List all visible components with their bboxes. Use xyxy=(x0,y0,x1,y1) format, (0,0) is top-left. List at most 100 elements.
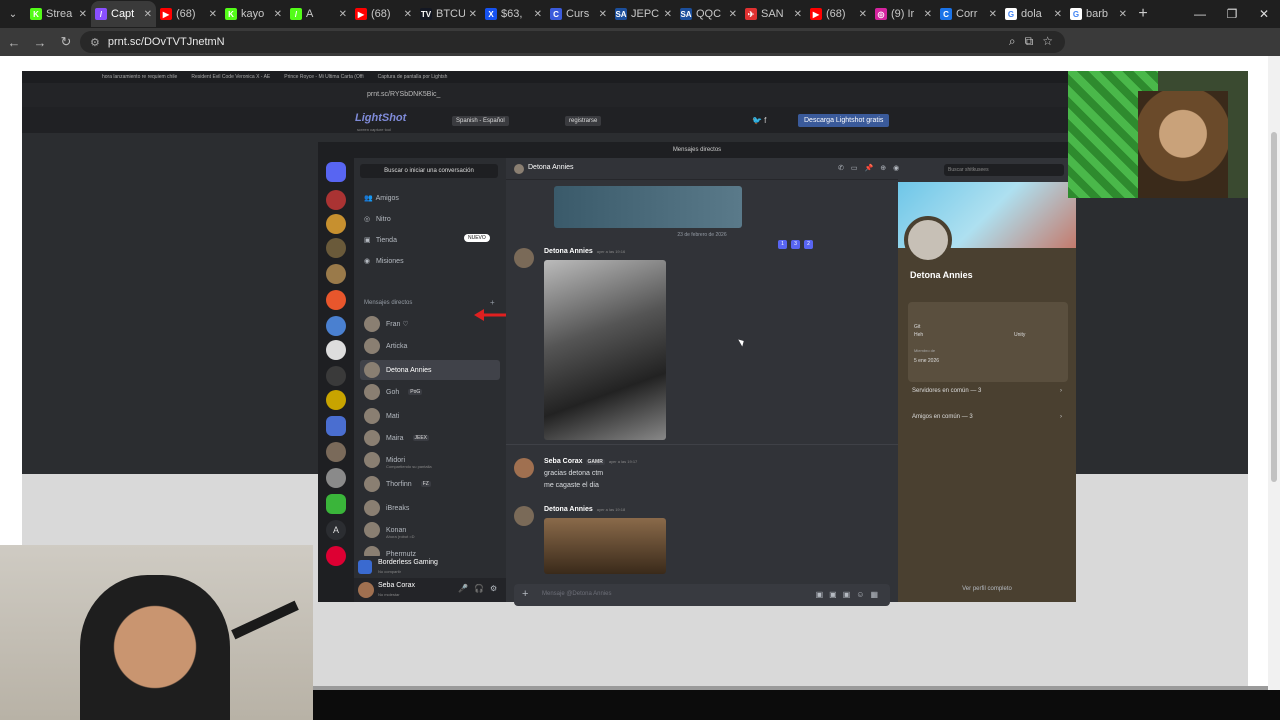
browser-tab[interactable]: Kkayo ✕ xyxy=(221,1,286,27)
tab-title: (68) xyxy=(371,8,391,20)
pin-icon: 📌 xyxy=(864,165,874,172)
inner-url: prnt.sc/RYSbDNK5Bic_ xyxy=(367,91,441,98)
tab-close-icon[interactable]: ✕ xyxy=(729,9,737,20)
browser-tab[interactable]: SA QQC ✕ xyxy=(676,1,741,27)
tab-close-icon[interactable]: ✕ xyxy=(144,9,152,20)
dm-item: Midori Compartiendo su pantalla xyxy=(360,450,500,470)
close-window-icon[interactable]: ✕ xyxy=(1248,0,1280,28)
call-icon: ✆ xyxy=(838,165,844,172)
dm-item: Thorfinn FZ xyxy=(360,474,500,494)
tab-close-icon[interactable]: ✕ xyxy=(859,9,867,20)
profile-panel: Detona Annies Git Heh Unity Miembro de 5… xyxy=(898,182,1076,602)
tab-close-icon[interactable]: ✕ xyxy=(794,9,802,20)
tab-close-icon[interactable]: ✕ xyxy=(79,9,87,20)
browser-tab[interactable]: / Capt ✕ xyxy=(91,1,156,27)
image-attachment xyxy=(554,186,742,228)
user-panel: Seba Corax No molestar 🎤 🎧 ⚙ xyxy=(354,578,506,602)
tab-favicon-icon: ▶ xyxy=(160,8,172,20)
maximize-icon[interactable]: ❐ xyxy=(1216,0,1248,28)
browser-tab[interactable]: C Corr ✕ xyxy=(936,1,1001,27)
store-icon: ▣ xyxy=(364,237,371,244)
browser-tab[interactable]: TV BTCU ✕ xyxy=(416,1,481,27)
tab-close-icon[interactable]: ✕ xyxy=(924,9,932,20)
minimize-icon[interactable]: — xyxy=(1184,0,1216,28)
tab-close-icon[interactable]: ✕ xyxy=(1054,9,1062,20)
tab-title: kayo xyxy=(241,8,265,20)
dm-item: Articka xyxy=(360,336,500,356)
tab-close-icon[interactable]: ✕ xyxy=(209,9,217,20)
inner-tab: Resident Evil Code Veronica X - AE xyxy=(191,74,271,80)
dm-item: Konan Ahora (robot =D xyxy=(360,520,500,540)
browser-tab[interactable]: / A ✕ xyxy=(286,1,351,27)
mic-arm xyxy=(231,600,299,640)
browser-tab[interactable]: K Strea ✕ xyxy=(26,1,91,27)
tab-favicon-icon: / xyxy=(95,8,107,20)
bottom-black-bar xyxy=(313,690,1280,720)
browser-tab[interactable]: SA JEPC ✕ xyxy=(611,1,676,27)
browser-tab[interactable]: ◎ (9) Ir ✕ xyxy=(871,1,936,27)
inner-tab: Prince Royce - Mi Ultima Carta (Offi xyxy=(284,74,364,80)
folder-icon xyxy=(326,416,346,436)
tab-close-icon[interactable]: ✕ xyxy=(404,9,412,20)
divider xyxy=(506,444,898,445)
reload-icon[interactable]: ↻ xyxy=(54,30,78,54)
browser-tab[interactable]: Gbarb ✕ xyxy=(1066,1,1131,27)
tab-close-icon[interactable]: ✕ xyxy=(664,9,672,20)
input-placeholder: Mensaje @Detona Annies xyxy=(542,591,612,597)
tab-favicon-icon: X xyxy=(485,8,497,20)
install-icon[interactable]: ⧉ xyxy=(1025,34,1034,49)
site-info-icon[interactable]: ⚙ xyxy=(90,36,100,49)
browser-tab[interactable]: Gdola ✕ xyxy=(1001,1,1066,27)
browser-toolbar: ← → ↻ ⚙ prnt.sc/DOvTVTJnetmN ⌕ ⧉ ☆ ▲ ◆ ✱… xyxy=(0,28,1280,75)
tab-title: $63, xyxy=(501,8,523,20)
server-bar-sub: No compartir xyxy=(378,569,401,574)
chat-tools: ✆ ▭ 📌 ⊕ ◉ xyxy=(838,164,899,172)
mute-icon: 🎤 xyxy=(458,584,468,593)
address-bar[interactable]: ⚙ prnt.sc/DOvTVTJnetmN ⌕ ⧉ ☆ xyxy=(80,31,1065,53)
tab-title: Corr xyxy=(956,8,978,20)
forward-icon[interactable]: → xyxy=(28,30,52,54)
browser-tab[interactable]: X $63, ✕ xyxy=(481,1,546,27)
new-tab-button[interactable]: + xyxy=(1131,5,1155,23)
inner-tab: hora lanzamiento re requiem chile xyxy=(102,74,178,80)
dm-name: Fran ♡ xyxy=(386,321,409,328)
dm-avatar xyxy=(364,408,380,424)
tab-close-icon[interactable]: ✕ xyxy=(339,9,347,20)
tab-close-icon[interactable]: ✕ xyxy=(989,9,997,20)
dm-avatar xyxy=(364,452,380,468)
back-icon[interactable]: ← xyxy=(2,30,26,54)
browser-tab[interactable]: C Curs ✕ xyxy=(546,1,611,27)
page-scrollbar[interactable] xyxy=(1268,56,1280,690)
nav-label: Tienda xyxy=(375,237,397,244)
tab-close-icon[interactable]: ✕ xyxy=(534,9,542,20)
chat-header: Detona Annies ✆ ▭ 📌 ⊕ ◉ xyxy=(506,158,899,180)
browser-tab[interactable]: ▶ (68) ✕ xyxy=(806,1,871,27)
attach-plus-icon: + xyxy=(522,588,529,600)
tab-favicon-icon: ✈ xyxy=(745,8,757,20)
settings-gear-icon: ⚙ xyxy=(489,584,498,593)
server-icon xyxy=(326,264,346,284)
tab-close-icon[interactable]: ✕ xyxy=(599,9,607,20)
browser-tab[interactable]: ✈ SAN ✕ xyxy=(741,1,806,27)
tab-close-icon[interactable]: ✕ xyxy=(274,9,282,20)
tab-title: (68) xyxy=(176,8,196,20)
new-dm-icon: + xyxy=(490,298,495,307)
lightshot-header xyxy=(22,107,1248,133)
browser-tab[interactable]: ▶ (68) ✕ xyxy=(156,1,221,27)
tab-title: SAN xyxy=(761,8,784,20)
browser-tab[interactable]: ▶ (68) ✕ xyxy=(351,1,416,27)
bookmark-star-icon[interactable]: ☆ xyxy=(1042,34,1053,49)
server-icon xyxy=(326,494,346,514)
discord-home-icon xyxy=(326,162,346,182)
input-tool-icons: ▣▣▣☺▦ xyxy=(815,590,884,599)
zoom-icon[interactable]: ⌕ xyxy=(1009,34,1016,49)
tab-search-icon[interactable]: ⌄ xyxy=(0,0,26,28)
tab-close-icon[interactable]: ✕ xyxy=(1119,9,1127,20)
tab-title: QQC xyxy=(696,8,722,20)
tab-title: A xyxy=(306,8,314,20)
server-icon xyxy=(326,390,346,410)
quests-icon: ◉ xyxy=(364,258,371,265)
reaction: 2 xyxy=(804,240,813,249)
scrollbar-thumb[interactable] xyxy=(1271,132,1277,482)
tab-close-icon[interactable]: ✕ xyxy=(469,9,477,20)
